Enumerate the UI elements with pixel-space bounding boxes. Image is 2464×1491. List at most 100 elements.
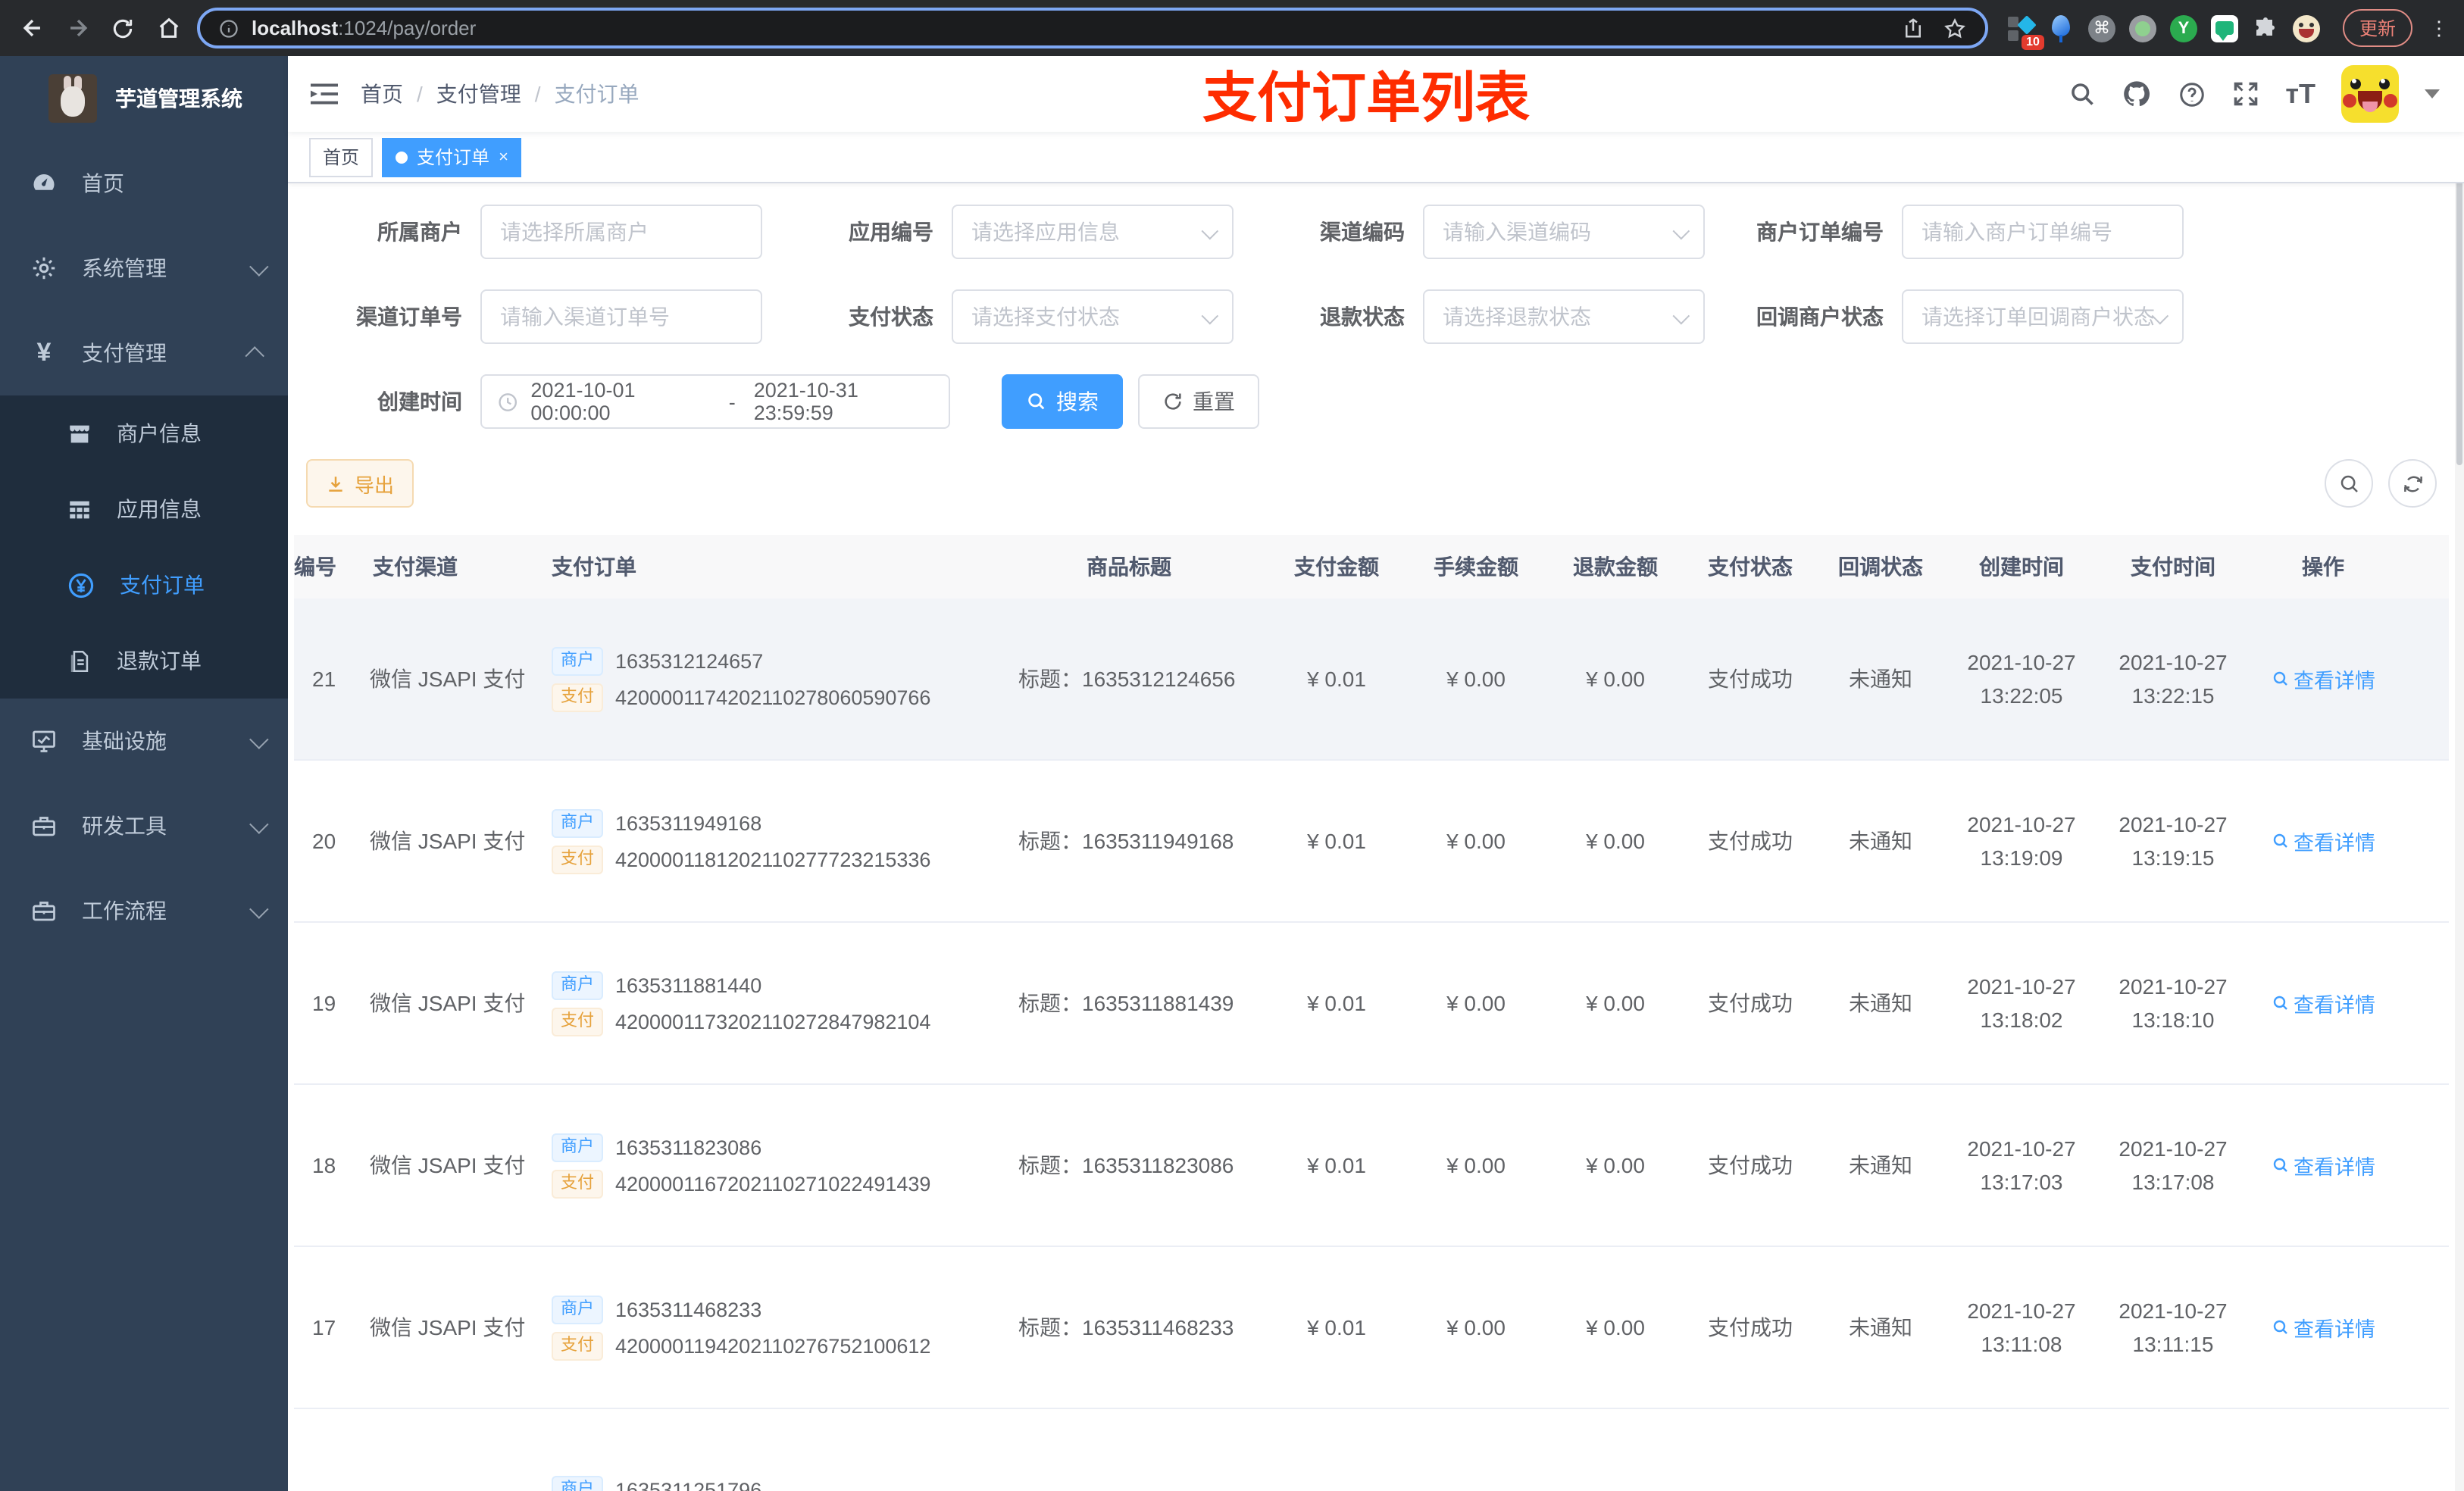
avatar-caret-icon[interactable]: [2425, 89, 2440, 98]
sidebar-item-pay-order[interactable]: 支付订单: [0, 547, 288, 623]
date-range-picker[interactable]: 2021-10-01 00:00:00 - 2021-10-31 23:59:5…: [480, 374, 950, 429]
toggle-search-button[interactable]: [2325, 459, 2373, 508]
url-path: :1024/pay/order: [338, 16, 477, 39]
view-detail-link[interactable]: 查看详情: [2271, 1312, 2375, 1343]
filter-input[interactable]: [480, 289, 762, 344]
browser-reload-icon[interactable]: [106, 11, 139, 45]
filter-select[interactable]: [952, 289, 1234, 344]
tag-tab-home[interactable]: 首页: [309, 137, 374, 177]
filter-select[interactable]: [1902, 289, 2184, 344]
fullscreen-icon[interactable]: [2232, 80, 2259, 108]
sidebar-item-home[interactable]: 首页: [0, 141, 288, 226]
cell-pay-status: 支付成功: [1708, 829, 1793, 853]
sidebar-item-app-info[interactable]: 应用信息: [0, 471, 288, 547]
share-icon[interactable]: [1902, 17, 1925, 39]
browser-forward-icon[interactable]: [61, 11, 94, 45]
page-scrollbar[interactable]: [2455, 56, 2464, 1491]
tag-tab-pay-order[interactable]: 支付订单 ×: [382, 137, 522, 177]
filter-input[interactable]: [480, 205, 762, 259]
bookmark-star-icon[interactable]: [1943, 16, 1967, 40]
view-detail-link[interactable]: 查看详情: [2271, 988, 2375, 1018]
orders-table: 编号 支付渠道 支付订单 商品标题 支付金额 手续金额 退款金额 支付状态 回调状态 创建时间 支付…: [294, 535, 2449, 1491]
extensions-puzzle-icon[interactable]: [2252, 14, 2279, 42]
cell-paid-time: 2021-10-27 13:22:15: [2118, 649, 2228, 708]
filter-input-control[interactable]: [482, 291, 761, 342]
filter-input-control[interactable]: [953, 206, 1232, 258]
browser-update-button[interactable]: 更新: [2342, 9, 2412, 47]
filter-input-control[interactable]: [1903, 206, 2182, 258]
cell-product-title: 标题：1635311949168: [1018, 829, 1234, 853]
app-navbar: 首页 / 支付管理 / 支付订单 支付订单列表 ᴛT: [288, 56, 2464, 132]
search-icon[interactable]: [2068, 80, 2096, 108]
filter-input-control[interactable]: [953, 291, 1232, 342]
filter-input-control[interactable]: [482, 206, 761, 258]
filter-input-control[interactable]: [1903, 291, 2182, 342]
breadcrumb-section[interactable]: 支付管理: [436, 79, 521, 109]
cell-pay-order: 商户 1635311881440 支付 42000011732021102728479…: [539, 963, 997, 1043]
site-info-icon[interactable]: [218, 17, 239, 39]
search-button[interactable]: 搜索: [1002, 374, 1123, 429]
github-icon[interactable]: [2122, 79, 2152, 109]
column-header: 商品标题: [1087, 555, 1171, 579]
browser-back-icon[interactable]: [15, 11, 48, 45]
briefcase-icon: [33, 817, 55, 836]
tag-label: 首页: [323, 147, 360, 168]
cell-paid-time: 2021-10-27 13:19:15: [2118, 811, 2228, 870]
cell-pay-status: 支付成功: [1708, 1315, 1793, 1339]
cell-created-time: 2021-10-27 13:22:05: [1967, 649, 2076, 708]
breadcrumb-home[interactable]: 首页: [361, 79, 403, 109]
view-detail-link[interactable]: 查看详情: [2271, 664, 2375, 694]
filter-select[interactable]: [1423, 205, 1705, 259]
app-logo-row[interactable]: 芋道管理系统: [0, 56, 288, 141]
reset-button[interactable]: 重置: [1138, 374, 1259, 429]
filter-label: 回调商户状态: [1756, 305, 1884, 329]
cell-pay-amount: ¥ 0.01: [1307, 1153, 1366, 1177]
sidebar-item-refund-order[interactable]: 退款订单: [0, 623, 288, 699]
refresh-table-button[interactable]: [2388, 459, 2437, 508]
sidebar-item-system[interactable]: 系统管理: [0, 226, 288, 311]
search-icon: [2272, 1320, 2287, 1334]
payment-submenu: 商户信息 应用信息 支付订单 退款订单: [0, 395, 288, 699]
sidebar-item-workflow[interactable]: 工作流程: [0, 868, 288, 953]
pay-order-no: 4200001181202110277723215336: [615, 848, 931, 871]
profile-emoji-icon[interactable]: [2292, 14, 2320, 42]
merchant-tag: 商户: [552, 808, 603, 837]
sidebar-item-devtools[interactable]: 研发工具: [0, 783, 288, 868]
font-size-icon[interactable]: ᴛT: [2285, 80, 2315, 108]
cell-actions: 查看详情: [2249, 664, 2397, 694]
pay-tag: 支付: [552, 1331, 603, 1360]
extension-chat-icon[interactable]: [2210, 14, 2238, 42]
close-icon[interactable]: ×: [499, 148, 508, 166]
sidebar-item-payment[interactable]: ¥ 支付管理: [0, 311, 288, 395]
filter-select[interactable]: [1423, 289, 1705, 344]
help-icon[interactable]: [2178, 80, 2206, 108]
sidebar-toggle-icon[interactable]: [288, 56, 361, 132]
merchant-order-no: 1635311251796: [615, 1478, 762, 1491]
sidebar-item-merchant-info[interactable]: 商户信息: [0, 395, 288, 471]
browser-menu-icon[interactable]: ⋮: [2429, 16, 2449, 40]
screen: localhost:1024/pay/order 10 ⌘ Y 更新 ⋮ 芋道管…: [0, 0, 2464, 1491]
view-detail-link[interactable]: 查看详情: [2271, 826, 2375, 856]
cell-actions: 查看详情: [2249, 988, 2397, 1018]
extensions-row: 10 ⌘ Y 更新 ⋮: [2000, 9, 2449, 49]
url-host: localhost: [252, 16, 339, 39]
filter-input[interactable]: [1902, 205, 2184, 259]
sidebar-item-infrastructure[interactable]: 基础设施: [0, 699, 288, 783]
browser-home-icon[interactable]: [152, 11, 185, 45]
filter-input-control[interactable]: [1424, 206, 1703, 258]
column-header: 编号: [294, 555, 336, 579]
extension-y-icon[interactable]: Y: [2169, 14, 2197, 42]
avatar[interactable]: [2341, 65, 2399, 123]
extension-grid-icon[interactable]: 10: [2006, 14, 2044, 49]
url-bar[interactable]: localhost:1024/pay/order: [197, 8, 1988, 48]
filter-input-control[interactable]: [1424, 291, 1703, 342]
filter-select[interactable]: [952, 205, 1234, 259]
view-detail-link[interactable]: 查看详情: [2271, 1150, 2375, 1180]
table-toolbar: 导出: [306, 459, 2449, 508]
extension-dot-icon[interactable]: [2128, 14, 2156, 42]
table-row: 17 微信 JSAPI 支付 商户 1635311468233 支付 4200001194…: [294, 1247, 2449, 1409]
extension-balloon-icon[interactable]: [2047, 14, 2075, 42]
export-button[interactable]: 导出: [306, 459, 414, 508]
breadcrumb-separator: /: [534, 82, 541, 106]
extension-command-icon[interactable]: ⌘: [2087, 14, 2115, 42]
